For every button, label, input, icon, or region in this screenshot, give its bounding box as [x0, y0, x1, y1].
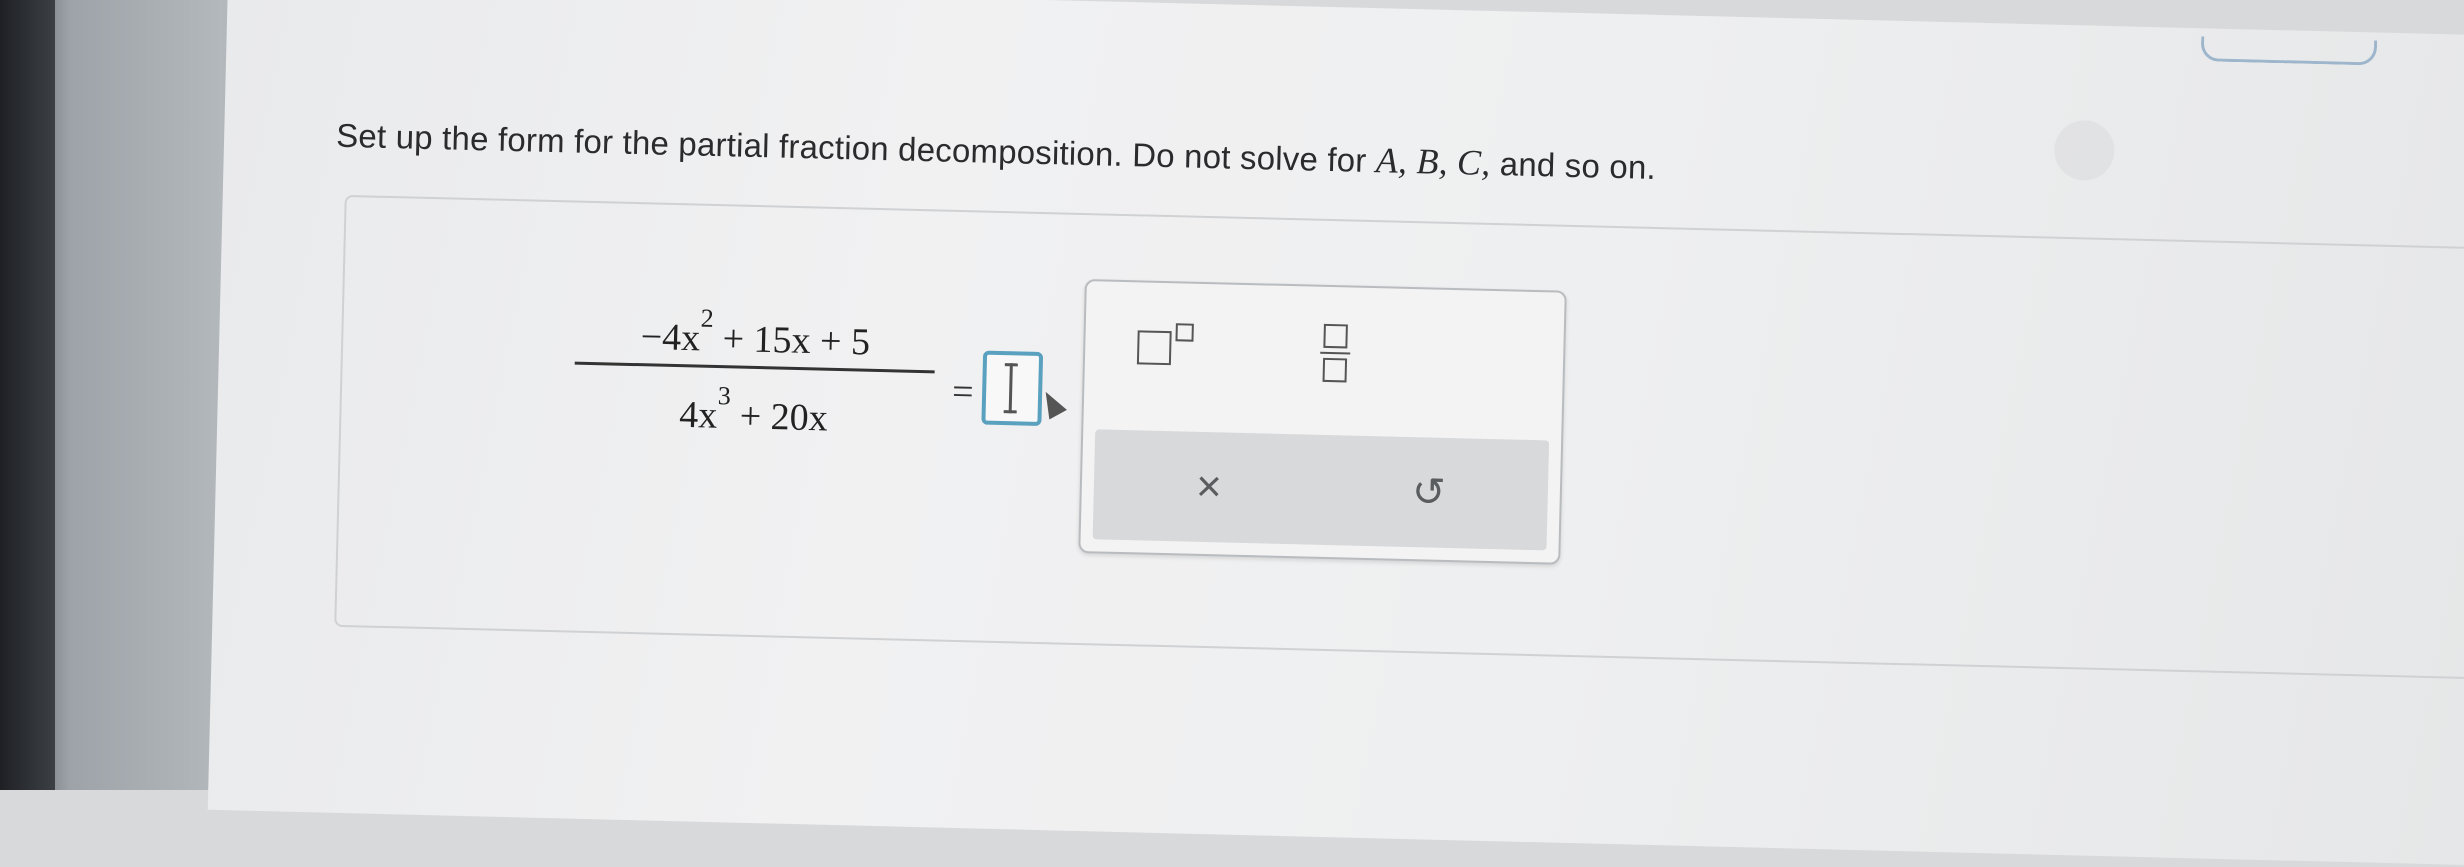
fraction-template-icon — [1323, 323, 1348, 349]
question-text: Set up the form for the partial fraction… — [335, 116, 1367, 179]
question-suffix: and so on. — [1499, 145, 1657, 186]
question-variables: A, B, C, — [1375, 140, 1491, 183]
palette-action-bar: × ↺ — [1092, 429, 1550, 551]
math-palette: × ↺ — [1078, 279, 1567, 565]
exponent-button[interactable] — [1124, 312, 1206, 384]
rational-expression: −4x2 + 15x + 5 4x3 + 20x — [573, 296, 936, 442]
equals-sign: = — [951, 370, 975, 414]
exponent-slot-icon — [1175, 323, 1194, 342]
fraction-line-icon — [1320, 351, 1351, 355]
question-prompt: Set up the form for the partial fraction… — [336, 114, 1657, 188]
fraction-bar — [574, 361, 935, 374]
screen: Set up the form for the partial fraction… — [207, 0, 2464, 865]
answer-panel: −4x2 + 15x + 5 4x3 + 20x = × ↺ — [334, 194, 2464, 681]
clear-button[interactable]: × — [1173, 451, 1245, 523]
close-icon: × — [1195, 461, 1223, 512]
top-button-outline[interactable] — [2200, 36, 2378, 66]
screen-glare — [2053, 119, 2116, 182]
fraction-denominator-slot-icon — [1322, 357, 1348, 383]
fraction-button[interactable] — [1304, 312, 1366, 393]
undo-button[interactable]: ↺ — [1393, 457, 1465, 529]
answer-input[interactable] — [981, 350, 1044, 427]
numerator: −4x2 + 15x + 5 — [640, 303, 871, 364]
exponent-template-icon — [1136, 330, 1172, 366]
monitor-edge — [0, 0, 55, 790]
denominator: 4x3 + 20x — [678, 381, 829, 440]
text-cursor-icon — [1008, 363, 1013, 414]
undo-icon: ↺ — [1411, 470, 1447, 515]
